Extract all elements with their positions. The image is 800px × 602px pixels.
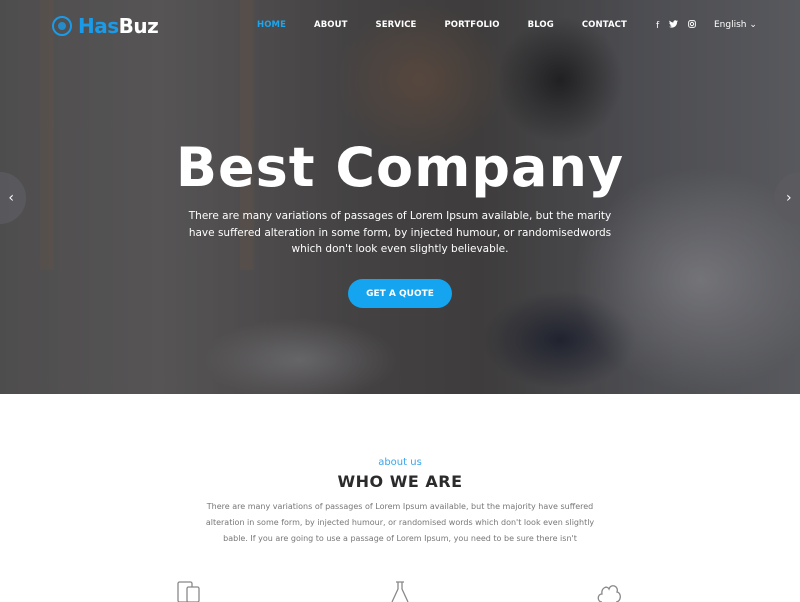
nav-contact[interactable]: CONTACT (582, 20, 627, 30)
hero-title: Best Company (175, 136, 625, 199)
chevron-right-icon: › (786, 190, 792, 206)
nav-home[interactable]: HOME (257, 20, 286, 30)
nav-service[interactable]: SERVICE (376, 20, 417, 30)
about-section: about us WHO WE ARE There are many varia… (0, 394, 800, 600)
get-quote-button[interactable]: GET A QUOTE (348, 279, 452, 308)
flask-icon (391, 581, 409, 602)
cloud-icon (597, 585, 621, 602)
logo-icon (52, 16, 72, 36)
facebook-icon[interactable]: f (656, 21, 659, 31)
logo-text: HasBuz (78, 14, 159, 38)
main-nav: HOME ABOUT SERVICE PORTFOLIO BLOG CONTAC… (257, 20, 655, 30)
devices-icon (177, 581, 200, 602)
hero-subtitle: There are many variations of passages of… (188, 210, 612, 255)
logo-text-part2: Buz (118, 14, 159, 38)
language-select[interactable]: English ⌄ (714, 20, 757, 30)
hero-slider: HasBuz HOME ABOUT SERVICE PORTFOLIO BLOG… (0, 0, 800, 394)
section-title: WHO WE ARE (337, 472, 463, 491)
nav-about[interactable]: ABOUT (314, 20, 347, 30)
chevron-left-icon: ‹ (8, 190, 14, 206)
section-description: There are many variations of passages of… (205, 502, 595, 543)
logo[interactable]: HasBuz (52, 14, 159, 38)
twitter-icon[interactable] (669, 20, 679, 31)
logo-text-part1: Has (78, 14, 119, 38)
social-links: f (656, 20, 706, 31)
nav-portfolio[interactable]: PORTFOLIO (444, 20, 499, 30)
instagram-icon[interactable] (688, 20, 697, 31)
nav-blog[interactable]: BLOG (528, 20, 554, 30)
section-kicker: about us (378, 457, 422, 468)
